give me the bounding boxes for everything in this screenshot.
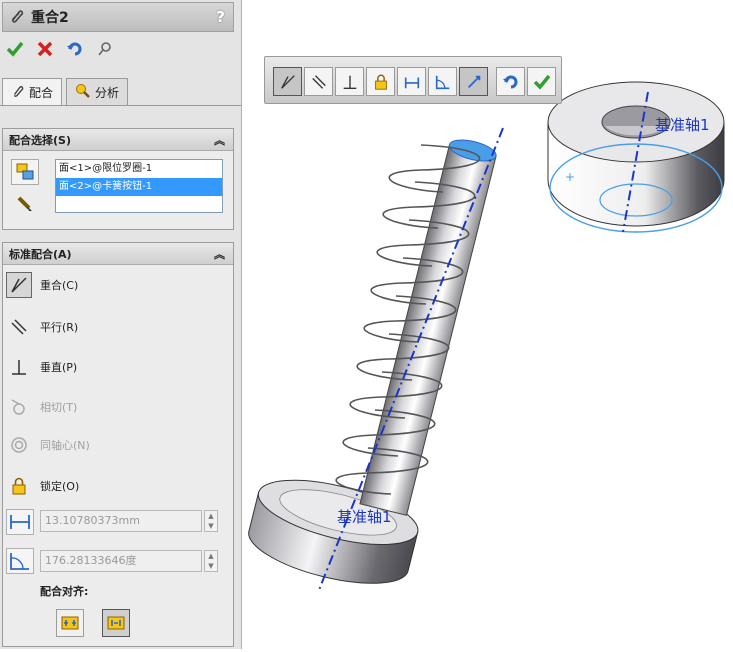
mate-perpendicular-label: 垂直(P) [40, 361, 78, 374]
property-manager-panel: 重合2 ? 配合 分析 配合选择(S) ︽ 面<1>@限位罗圈-1 面<2>@卡… [0, 0, 242, 649]
coincident-icon [280, 74, 295, 89]
angle-stepper[interactable]: ▲ ▼ [204, 550, 218, 572]
standard-mates-header[interactable]: 标准配合(A) ︽ [3, 243, 233, 265]
distance-stepper[interactable]: ▲ ▼ [204, 510, 218, 532]
mate-selections-title: 配合选择(S) [9, 133, 71, 147]
toolbar-undo-button[interactable] [496, 67, 525, 96]
mate-parallel-label: 平行(R) [40, 321, 79, 334]
flip-alignment-icon [467, 75, 480, 88]
anti-aligned-icon [107, 616, 125, 630]
mate-parallel[interactable]: 平行(R) [6, 313, 78, 341]
toolbar-parallel-button[interactable] [304, 67, 333, 96]
concentric-icon [6, 432, 32, 458]
toolbar-distance-button[interactable] [397, 67, 426, 96]
tab-divider [0, 105, 242, 106]
coincident-icon[interactable] [6, 272, 32, 298]
toolbar-perpendicular-button[interactable] [335, 67, 364, 96]
mate-lock[interactable]: 锁定(O) [6, 472, 79, 500]
action-bar [4, 36, 116, 62]
pushpin-icon [98, 42, 111, 56]
mate-popup-toolbar [264, 56, 562, 104]
angle-icon [435, 75, 449, 89]
angle-icon[interactable] [6, 548, 34, 577]
parallel-icon [311, 74, 326, 89]
undo-icon [67, 42, 82, 56]
mate-tangent: 相切(T) [6, 393, 77, 421]
collapse-icon[interactable]: ︽ [214, 246, 225, 262]
angle-field[interactable]: 176.28133646度 [40, 550, 202, 572]
axis-label-ring[interactable]: 基准轴1 [655, 114, 710, 135]
toolbar-angle-button[interactable] [428, 67, 457, 96]
mate-concentric-label: 同轴心(N) [40, 439, 90, 452]
mate-selections-group: 配合选择(S) ︽ 面<1>@限位罗圈-1 面<2>@卡簧按钮-1 [2, 128, 234, 230]
list-item[interactable]: 面<1>@限位罗圈-1 [56, 160, 222, 178]
pin-button[interactable] [94, 38, 116, 60]
mate-concentric: 同轴心(N) [6, 431, 90, 459]
lock-icon [374, 74, 387, 90]
tab-analysis[interactable]: 分析 [66, 78, 129, 106]
axis-label-pin[interactable]: 基准轴1 [337, 506, 392, 527]
paperclip-icon [9, 8, 25, 27]
distance-icon [404, 77, 419, 88]
tab-mates[interactable]: 配合 [2, 78, 63, 106]
pin-selection-icon[interactable] [11, 191, 39, 217]
parallel-icon[interactable] [6, 314, 32, 340]
mate-lock-label: 锁定(O) [40, 480, 80, 493]
aligned-icon [61, 616, 79, 630]
mate-coincident[interactable]: 重合(C) [6, 271, 78, 299]
lock-icon[interactable] [6, 473, 32, 499]
list-item[interactable]: 面<2>@卡簧按钮-1 [56, 178, 222, 196]
undo-icon [502, 75, 517, 88]
checkmark-icon [533, 74, 550, 90]
perpendicular-icon [343, 75, 356, 89]
distance-field[interactable]: 13.10780373mm [40, 510, 202, 532]
toolbar-ok-button[interactable] [527, 67, 556, 96]
ok-button[interactable] [4, 38, 26, 60]
tab-analysis-label: 分析 [95, 85, 120, 100]
collapse-icon[interactable]: ︽ [214, 132, 225, 148]
selection-filter-icon[interactable] [11, 159, 39, 185]
anti-aligned-button[interactable] [102, 609, 130, 637]
panel-title: 重合2 [31, 10, 69, 26]
mate-perpendicular[interactable]: 垂直(P) [6, 353, 77, 381]
toolbar-flip-alignment-button[interactable] [459, 67, 488, 96]
tangent-icon [6, 394, 32, 420]
panel-title-bar: 重合2 ? [2, 2, 234, 32]
selection-list[interactable]: 面<1>@限位罗圈-1 面<2>@卡簧按钮-1 [55, 159, 223, 213]
svg-text:+: + [565, 170, 575, 184]
mate-coincident-label: 重合(C) [40, 279, 79, 292]
close-icon [37, 41, 53, 57]
mate-alignment-label: 配合对齐: [40, 585, 89, 598]
undo-button[interactable] [64, 38, 86, 60]
mate-selections-header[interactable]: 配合选择(S) ︽ [3, 129, 233, 151]
mate-tangent-label: 相切(T) [40, 401, 78, 414]
panel-tabs: 配合 分析 [2, 78, 129, 106]
cancel-button[interactable] [34, 38, 56, 60]
toolbar-lock-button[interactable] [366, 67, 395, 96]
aligned-button[interactable] [56, 609, 84, 637]
checkmark-icon [6, 41, 24, 57]
paperclip-icon [11, 84, 25, 101]
analysis-icon [75, 83, 91, 102]
perpendicular-icon[interactable] [6, 354, 32, 380]
standard-mates-title: 标准配合(A) [9, 247, 72, 261]
help-icon[interactable]: ? [216, 8, 225, 26]
distance-icon[interactable] [6, 509, 34, 538]
toolbar-coincident-button[interactable] [273, 67, 302, 96]
tab-mates-label: 配合 [29, 85, 54, 100]
